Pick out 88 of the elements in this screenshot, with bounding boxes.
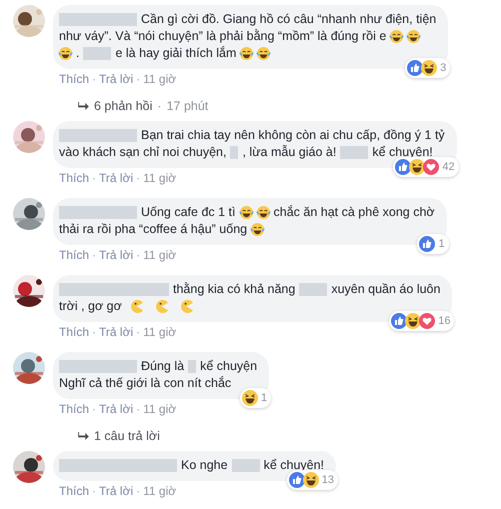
separator-dot: · bbox=[157, 99, 162, 113]
action-link[interactable]: Trả lời bbox=[99, 402, 134, 416]
redacted-block bbox=[299, 283, 328, 296]
laughing-reaction-icon bbox=[242, 390, 258, 406]
like-reaction-icon bbox=[288, 472, 305, 488]
action-link[interactable]: Thích bbox=[59, 171, 90, 185]
comment-text: , lừa mẫu giáo à! bbox=[242, 144, 336, 161]
separator-dot: · bbox=[92, 484, 96, 498]
pacman-emoji-icon bbox=[154, 299, 169, 314]
heart-reaction-icon bbox=[419, 313, 436, 329]
redacted-block bbox=[232, 459, 260, 472]
separator-dot: · bbox=[92, 402, 96, 416]
redacted-block bbox=[188, 360, 196, 373]
timestamp: 11 giờ bbox=[143, 325, 176, 339]
action-link[interactable]: Thích bbox=[59, 325, 90, 339]
laughing-emoji-icon bbox=[250, 222, 266, 237]
laughing-emoji-icon bbox=[239, 46, 254, 61]
action-link[interactable]: Trả lời bbox=[99, 171, 134, 185]
reaction-badge[interactable]: 42 bbox=[393, 157, 459, 177]
timestamp: 11 giờ bbox=[143, 484, 176, 498]
redacted-block bbox=[83, 47, 112, 60]
replies-link[interactable]: 6 phản hồi bbox=[94, 99, 152, 113]
separator-dot: · bbox=[136, 171, 140, 185]
separator-dot: · bbox=[136, 484, 140, 498]
timestamp: 11 giờ bbox=[143, 171, 176, 185]
reaction-badge[interactable]: 16 bbox=[389, 311, 454, 331]
comment-text: xuyên quần áo luôn bbox=[331, 281, 440, 298]
reply-arrow-icon bbox=[78, 102, 89, 110]
action-link[interactable]: Thích bbox=[59, 402, 90, 416]
pacman-emoji-icon bbox=[128, 299, 144, 314]
like-reaction-icon bbox=[419, 236, 436, 252]
reaction-badge[interactable]: 13 bbox=[286, 470, 338, 490]
separator-dot: · bbox=[136, 325, 140, 339]
comment-text: Cần gì cời đồ. Giang hồ có câu “nhanh như điện, tiện bbox=[141, 11, 436, 28]
comment-text: e là hay giải thích lắm bbox=[115, 45, 236, 62]
action-link[interactable]: Thích bbox=[59, 248, 90, 262]
comment-text: Đúng là bbox=[141, 358, 184, 375]
redacted-block bbox=[340, 146, 368, 159]
action-link[interactable]: Trả lời bbox=[99, 72, 134, 86]
laughing-reaction-icon bbox=[302, 472, 319, 488]
comment-text: kể chuyện bbox=[200, 358, 258, 375]
timestamp: 11 giờ bbox=[143, 248, 176, 262]
like-reaction-icon bbox=[395, 159, 412, 175]
laughing-emoji-icon bbox=[58, 46, 73, 61]
comment-text: thằng kia có khả năng bbox=[173, 281, 296, 298]
separator-dot: · bbox=[92, 325, 96, 339]
action-link[interactable]: Trả lời bbox=[99, 325, 134, 339]
reply-arrow-icon bbox=[78, 432, 89, 440]
comment-text: Ko nghe bbox=[181, 457, 228, 474]
action-link[interactable]: Thích bbox=[59, 484, 90, 498]
comment-text: Nghĩ cả thế giới là con nít chắc bbox=[59, 375, 232, 392]
action-link[interactable]: Trả lời bbox=[99, 248, 134, 262]
laughing-reaction-icon bbox=[405, 313, 422, 329]
action-link[interactable]: Thích bbox=[59, 72, 90, 86]
laughing-emoji-icon bbox=[256, 205, 271, 220]
timestamp: 11 giờ bbox=[143, 402, 176, 416]
comment-text: thải ra rồi pha “coffee á hậu” uống bbox=[59, 221, 248, 238]
reaction-badge[interactable]: 1 bbox=[240, 388, 272, 408]
laughing-reaction-icon bbox=[421, 60, 438, 76]
comment-text: như váy”. Và “nói chuyện” là phải bằng “mồm” là đúng rồi e bbox=[59, 28, 386, 45]
laughing-emoji-icon bbox=[238, 205, 254, 220]
separator-dot: · bbox=[136, 402, 140, 416]
comment-text: Uống cafe đc 1 tì bbox=[141, 204, 236, 221]
heart-reaction-icon bbox=[423, 159, 440, 175]
separator-dot: · bbox=[136, 72, 140, 86]
reaction-badge[interactable]: 3 bbox=[405, 58, 450, 78]
comment-text: trời , gơ gơ bbox=[59, 298, 122, 315]
laughing-emoji-icon bbox=[406, 29, 422, 44]
timestamp: 11 giờ bbox=[143, 72, 176, 86]
replies-link[interactable]: 1 câu trả lời bbox=[94, 429, 160, 443]
pacman-emoji-icon bbox=[178, 299, 194, 314]
comment-text: . bbox=[76, 45, 80, 62]
redacted-block bbox=[230, 146, 238, 159]
comment-text: Bạn trai chia tay nên không còn ai chu cấp, đồng ý 1 tỷ bbox=[141, 127, 445, 144]
separator-dot: · bbox=[92, 248, 96, 262]
like-reaction-icon bbox=[407, 60, 424, 76]
action-link[interactable]: Trả lời bbox=[99, 484, 134, 498]
comment-text: vào khách sạn chỉ noi chuyện, bbox=[59, 144, 226, 161]
laughing-reaction-icon bbox=[409, 159, 426, 175]
separator-dot: · bbox=[136, 248, 140, 262]
timestamp: 17 phút bbox=[166, 99, 208, 113]
comment-text: chắc ăn hạt cà phê xong chờ bbox=[274, 204, 435, 221]
reaction-badge[interactable]: 1 bbox=[417, 234, 449, 254]
like-reaction-icon bbox=[391, 313, 408, 329]
laughing-emoji-icon bbox=[256, 46, 272, 61]
separator-dot: · bbox=[92, 171, 96, 185]
laughing-emoji-icon bbox=[389, 29, 404, 44]
separator-dot: · bbox=[92, 72, 96, 86]
